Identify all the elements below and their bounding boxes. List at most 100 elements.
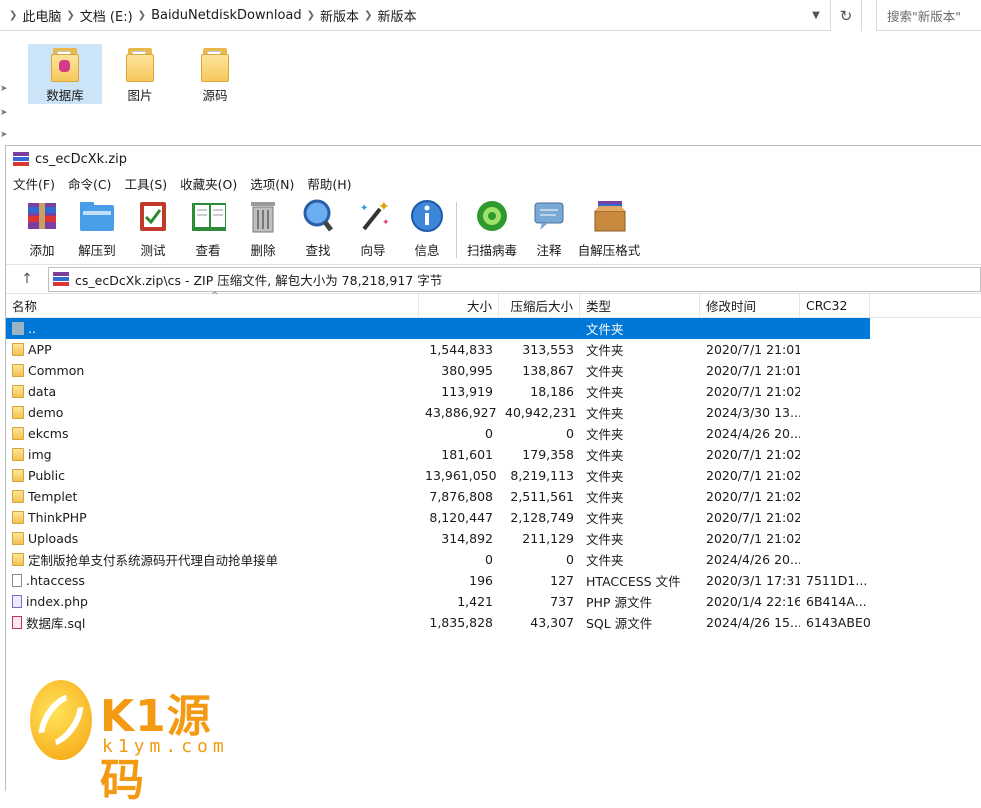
comment-icon <box>531 198 567 234</box>
archive-path-field[interactable]: cs_ecDcXk.zip\cs - ZIP 压缩文件, 解包大小为 78,21… <box>48 266 981 292</box>
table-row[interactable]: Uploads 314,892 211,129 文件夹 2020/7/1 21:02 <box>6 528 981 549</box>
table-row[interactable]: index.php 1,421 737 PHP 源文件 2020/1/4 22:16 6B… <box>6 591 981 612</box>
cell-modified: 2020/7/1 21:02 <box>706 510 800 525</box>
cell-name: Uploads <box>6 531 419 546</box>
folder-icon <box>126 48 154 82</box>
cell-type: 文件夹 <box>586 532 624 547</box>
cell-size: 1,835,828 <box>429 615 493 630</box>
cell-name: data <box>6 384 419 399</box>
cell-packed-size: 0 <box>566 426 574 441</box>
cell-crc32: 7511D1... <box>806 573 868 588</box>
table-row[interactable]: img 181,601 179,358 文件夹 2020/7/1 21:02 <box>6 444 981 465</box>
add-archive-icon <box>24 198 60 234</box>
menu-tools[interactable]: 工具(S) <box>124 174 167 193</box>
sfx-button[interactable]: 自解压格式 <box>577 198 641 259</box>
breadcrumb-baidu[interactable]: BaiduNetdiskDownload <box>151 8 302 23</box>
explorer-window: ❯ 此电脑 ❯ 文档 (E:) ❯ BaiduNetdiskDownload ❯… <box>0 0 981 145</box>
column-packed-size[interactable]: 压缩后大小 <box>499 293 580 318</box>
table-row[interactable]: Public 13,961,050 8,219,113 文件夹 2020/7/1 21:… <box>6 465 981 486</box>
cell-type: 文件夹 <box>586 553 624 568</box>
folder-label: 源码 <box>202 88 228 103</box>
winrar-logo-icon <box>53 272 69 286</box>
delete-button[interactable]: 删除 <box>236 198 290 259</box>
table-row[interactable]: Templet 7,876,808 2,511,561 文件夹 2020/7/1 21:… <box>6 486 981 507</box>
cell-modified: 2024/4/26 15... <box>706 615 800 630</box>
breadcrumb-drive[interactable]: 文档 (E:) <box>80 6 133 25</box>
cell-size: 1,421 <box>457 594 493 609</box>
cell-modified: 2020/1/4 22:16 <box>706 594 800 609</box>
refresh-icon[interactable]: ↻ <box>830 0 862 31</box>
cell-type: 文件夹 <box>586 364 624 379</box>
test-button[interactable]: 测试 <box>126 198 180 259</box>
cell-crc32: 6143ABE0 <box>806 615 870 630</box>
menu-options[interactable]: 选项(N) <box>250 174 294 193</box>
cell-type: SQL 源文件 <box>586 616 653 631</box>
find-button[interactable]: 查找 <box>290 198 346 259</box>
cell-type: 文件夹 <box>586 490 624 505</box>
folder-icon <box>12 490 24 503</box>
cell-packed-size: 43,307 <box>530 615 574 630</box>
cell-size: 13,961,050 <box>425 468 497 483</box>
cell-size: 181,601 <box>441 447 493 462</box>
info-button[interactable]: 信息 <box>400 198 454 259</box>
menu-file[interactable]: 文件(F) <box>13 174 55 193</box>
table-row[interactable]: Common 380,995 138,867 文件夹 2020/7/1 21:01 <box>6 360 981 381</box>
table-row[interactable]: ThinkPHP 8,120,447 2,128,749 文件夹 2020/7/1 21… <box>6 507 981 528</box>
column-crc32[interactable]: CRC32 <box>800 293 870 318</box>
folder-database[interactable]: 数据库 <box>28 44 102 104</box>
table-row[interactable]: APP 1,544,833 313,553 文件夹 2020/7/1 21:01 <box>6 339 981 360</box>
wizard-button[interactable]: ✦ ✦ ✦ 向导 <box>346 198 400 259</box>
explorer-address-bar[interactable]: ❯ 此电脑 ❯ 文档 (E:) ❯ BaiduNetdiskDownload ❯… <box>0 0 830 31</box>
folder-icon <box>12 385 24 398</box>
table-row[interactable]: .. 文件夹 <box>6 318 870 339</box>
parent-folder-icon <box>12 322 24 335</box>
column-type[interactable]: 类型 <box>580 293 700 318</box>
table-row[interactable]: 定制版抢单支付系统源码开代理自动抢单接单 0 0 文件夹 2024/4/26 20... <box>6 549 981 570</box>
toolbar: 添加 解压到 测试 查看 删除 查找 ✦ ✦ ✦ 向导 信息 扫描病毒 注释 自… <box>6 195 981 265</box>
breadcrumb-this-pc[interactable]: 此电脑 <box>22 6 61 25</box>
table-row[interactable]: .htaccess 196 127 HTACCESS 文件 2020/3/1 17:31… <box>6 570 981 591</box>
breadcrumb-version-2[interactable]: 新版本 <box>377 6 416 25</box>
cell-size: 7,876,808 <box>429 489 493 504</box>
add-button[interactable]: 添加 <box>16 198 68 259</box>
menu-favorites[interactable]: 收藏夹(O) <box>180 174 237 193</box>
cell-name: ekcms <box>6 426 419 441</box>
cell-modified: 2020/7/1 21:02 <box>706 531 800 546</box>
table-row[interactable]: demo 43,886,927 40,942,231 文件夹 2024/3/30 13.… <box>6 402 981 423</box>
table-row[interactable]: ekcms 0 0 文件夹 2024/4/26 20... <box>6 423 981 444</box>
folder-source[interactable]: 源码 <box>178 44 252 104</box>
up-arrow-icon[interactable]: ↑ <box>6 271 48 287</box>
chevron-down-icon[interactable]: ▼ <box>803 0 829 31</box>
window-title: cs_ecDcXk.zip <box>35 151 127 167</box>
search-input[interactable]: 搜索"新版本" <box>876 0 981 31</box>
menu-help[interactable]: 帮助(H) <box>307 174 351 193</box>
cell-type: 文件夹 <box>586 385 624 400</box>
chevron-right-icon: ❯ <box>137 9 147 21</box>
cell-size: 380,995 <box>441 363 493 378</box>
virus-scan-button[interactable]: 扫描病毒 <box>463 198 521 259</box>
cell-modified: 2020/7/1 21:02 <box>706 468 800 483</box>
cell-type: 文件夹 <box>586 427 624 442</box>
table-row[interactable]: data 113,919 18,186 文件夹 2020/7/1 21:02 <box>6 381 981 402</box>
chevron-right-icon: ❯ <box>306 9 316 21</box>
column-size[interactable]: 大小 <box>419 293 499 318</box>
cell-type: 文件夹 <box>586 511 624 526</box>
view-button[interactable]: 查看 <box>180 198 236 259</box>
cell-type: PHP 源文件 <box>586 595 652 610</box>
cell-name: .. <box>6 321 419 336</box>
column-modified[interactable]: 修改时间 <box>700 293 800 318</box>
watermark-logo: K1源码 k1ym.com <box>29 680 250 806</box>
extract-to-button[interactable]: 解压到 <box>68 198 126 259</box>
folder-images[interactable]: 图片 <box>103 44 177 104</box>
folder-label: 数据库 <box>46 88 84 103</box>
cell-packed-size: 313,553 <box>522 342 574 357</box>
menu-command[interactable]: 命令(C) <box>68 174 111 193</box>
comment-button[interactable]: 注释 <box>521 198 577 259</box>
cell-packed-size: 127 <box>550 573 574 588</box>
cell-packed-size: 179,358 <box>522 447 574 462</box>
cell-name: 数据库.sql <box>6 613 419 632</box>
cell-type: 文件夹 <box>586 343 624 358</box>
breadcrumb-version-1[interactable]: 新版本 <box>320 6 359 25</box>
table-row[interactable]: 数据库.sql 1,835,828 43,307 SQL 源文件 2024/4/26 1… <box>6 612 981 633</box>
cell-modified: 2020/7/1 21:01 <box>706 342 800 357</box>
